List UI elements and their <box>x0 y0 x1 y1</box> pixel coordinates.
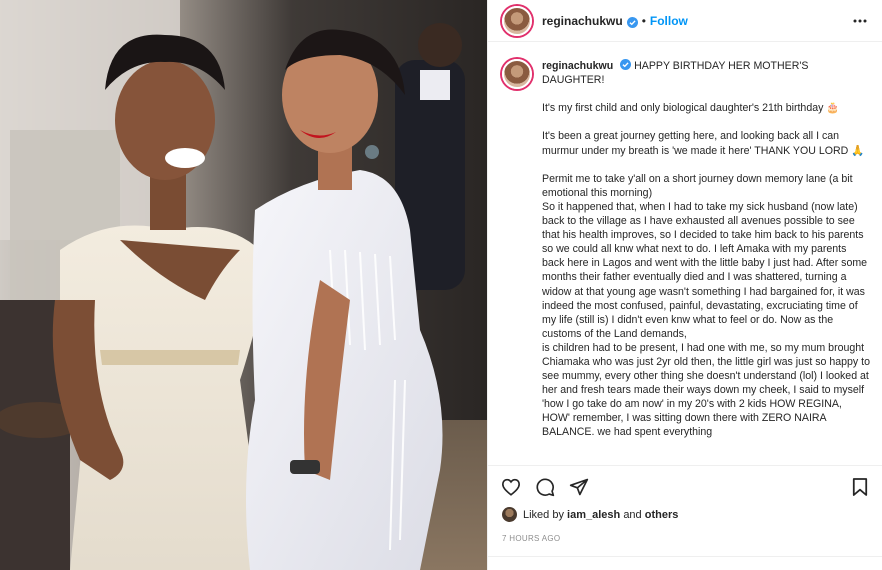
author-avatar[interactable] <box>502 5 532 36</box>
heart-icon[interactable] <box>500 476 522 498</box>
caption-paragraph-1: It's my first child and only biological … <box>542 102 840 115</box>
liker-avatar[interactable] <box>502 507 517 522</box>
likes-summary: Liked by iam_alesh and others <box>502 507 678 522</box>
comment-input-strip[interactable] <box>488 556 882 570</box>
verified-badge-icon <box>626 15 638 28</box>
paper-plane-icon[interactable] <box>568 476 590 498</box>
caption-paragraph-5: is children had to be present, I had one… <box>542 341 870 439</box>
more-options-icon[interactable] <box>850 11 870 31</box>
post-detail-panel: reginachukwu • Follow reginachukwu HAPPY… <box>487 0 882 570</box>
caption-text: reginachukwu HAPPY BIRTHDAY HER MOTHER'S… <box>542 59 871 440</box>
photo-illustration <box>0 0 487 570</box>
caption-scroll-area[interactable]: reginachukwu HAPPY BIRTHDAY HER MOTHER'S… <box>488 43 882 465</box>
likes-others-link[interactable]: others <box>645 509 679 521</box>
caption-paragraph-2: It's been a great journey getting here, … <box>542 130 865 157</box>
caption-verified-badge-icon <box>620 59 632 70</box>
caption-paragraph-4: So it happened that, when I had to take … <box>542 200 868 340</box>
follow-button[interactable]: Follow <box>650 14 688 28</box>
header-separator: • <box>641 13 646 28</box>
author-username[interactable]: reginachukwu <box>542 14 623 28</box>
likes-and: and <box>623 508 642 521</box>
caption-paragraph-3: Permit me to take y'all on a short journ… <box>542 172 853 199</box>
liker-username[interactable]: iam_alesh <box>567 509 620 521</box>
caption-username[interactable]: reginachukwu <box>542 60 613 72</box>
post-actions-bar <box>488 465 882 507</box>
post-photo[interactable] <box>0 0 487 570</box>
post-header: reginachukwu • Follow <box>488 0 882 42</box>
caption-author-avatar[interactable] <box>502 59 532 89</box>
comment-icon[interactable] <box>534 476 556 498</box>
likes-prefix: Liked by <box>523 508 564 521</box>
bookmark-icon[interactable] <box>849 476 871 498</box>
caption-row: reginachukwu HAPPY BIRTHDAY HER MOTHER'S… <box>500 59 871 440</box>
post-timestamp[interactable]: 7 HOURS AGO <box>502 534 560 543</box>
